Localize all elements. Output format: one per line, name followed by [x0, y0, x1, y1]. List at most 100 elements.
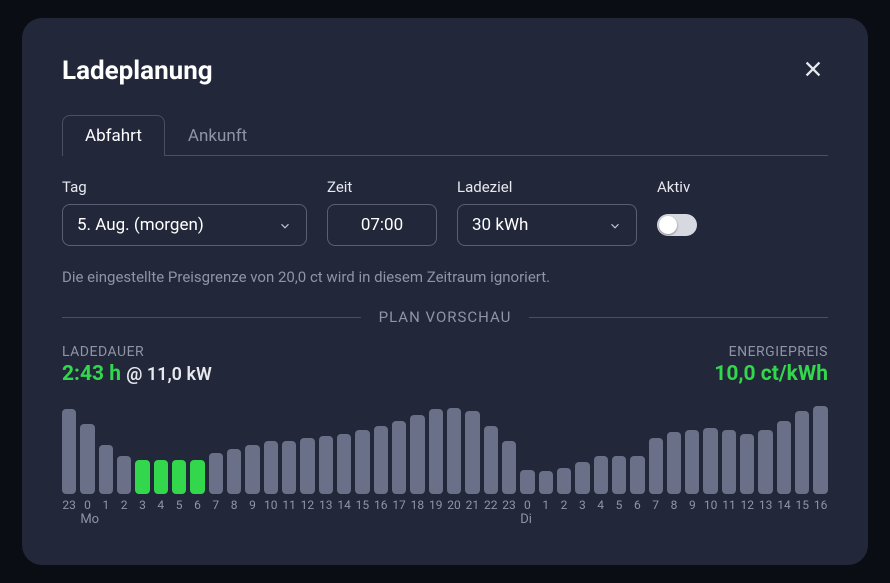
- day-label: [227, 512, 241, 527]
- hour-label: 11: [722, 498, 736, 512]
- day-select[interactable]: 5. Aug. (morgen): [62, 204, 307, 246]
- day-label: [612, 512, 626, 527]
- hour-label: 3: [135, 498, 149, 512]
- day-label: [99, 512, 113, 527]
- day-label: [392, 512, 406, 527]
- hour-label: 8: [227, 498, 241, 512]
- charging-plan-modal: Ladeplanung Abfahrt Ankunft Tag 5. Aug. …: [22, 18, 868, 565]
- chevron-down-icon: [608, 218, 622, 232]
- day-label: [722, 512, 736, 527]
- price-bar: [245, 445, 259, 494]
- hour-label: 16: [813, 498, 827, 512]
- price-bar: [374, 426, 388, 494]
- day-label: [245, 512, 259, 527]
- price-bar: [777, 421, 791, 494]
- goal-label: Ladeziel: [457, 178, 637, 196]
- day-label: [319, 512, 333, 527]
- price-bar: [80, 424, 94, 494]
- price-bar: [722, 430, 736, 494]
- hour-label: 19: [429, 498, 443, 512]
- day-label: [649, 512, 663, 527]
- price-bar: [135, 460, 149, 494]
- price-bar: [740, 434, 754, 494]
- price-bar: [227, 449, 241, 494]
- day-label: Mo: [80, 512, 94, 527]
- tab-departure[interactable]: Abfahrt: [62, 115, 165, 156]
- price-bar: [319, 436, 333, 494]
- price-bar: [520, 470, 534, 494]
- hour-label: 22: [484, 498, 498, 512]
- chevron-down-icon: [278, 218, 292, 232]
- price-label: ENERGIEPREIS: [714, 344, 828, 360]
- hour-label: 5: [172, 498, 186, 512]
- close-button[interactable]: [798, 54, 828, 87]
- day-label: [135, 512, 149, 527]
- time-value: 07:00: [361, 215, 403, 235]
- duration-value: 2:43 h @ 11,0 kW: [62, 362, 212, 386]
- day-label: Tag: [62, 178, 307, 196]
- day-label: [667, 512, 681, 527]
- active-toggle[interactable]: [657, 214, 697, 236]
- price-bar: [649, 438, 663, 494]
- day-label: [264, 512, 278, 527]
- price-bar: [190, 460, 204, 494]
- hour-label: 10: [703, 498, 717, 512]
- close-icon: [802, 58, 824, 80]
- day-label: [465, 512, 479, 527]
- hour-label: 0: [80, 498, 94, 512]
- hour-label: 13: [319, 498, 333, 512]
- preview-label: PLAN VORSCHAU: [361, 308, 530, 326]
- day-label: Di: [520, 512, 534, 527]
- day-label: [813, 512, 827, 527]
- day-label: [758, 512, 772, 527]
- price-bar: [429, 409, 443, 494]
- hour-label: 3: [575, 498, 589, 512]
- price-bar: [465, 411, 479, 494]
- day-label: [410, 512, 424, 527]
- hour-label: 9: [245, 498, 259, 512]
- price-bar: [300, 438, 314, 494]
- day-value: 5. Aug. (morgen): [77, 215, 204, 235]
- price-bar: [392, 421, 406, 494]
- price-bar: [484, 426, 498, 494]
- day-label: [502, 512, 516, 527]
- hour-label: 4: [154, 498, 168, 512]
- day-label: [300, 512, 314, 527]
- time-input[interactable]: 07:00: [327, 204, 437, 246]
- day-label: [429, 512, 443, 527]
- hour-label: 17: [392, 498, 406, 512]
- hour-label: 6: [190, 498, 204, 512]
- hour-label: 12: [300, 498, 314, 512]
- price-bar: [154, 460, 168, 494]
- hour-label: 18: [410, 498, 424, 512]
- day-label: [575, 512, 589, 527]
- hour-label: 23: [502, 498, 516, 512]
- day-label: [337, 512, 351, 527]
- hour-label: 1: [99, 498, 113, 512]
- price-bar: [667, 432, 681, 494]
- day-label: [282, 512, 296, 527]
- day-label: [703, 512, 717, 527]
- tab-arrival[interactable]: Ankunft: [165, 115, 270, 156]
- hour-label: 5: [612, 498, 626, 512]
- day-label: [740, 512, 754, 527]
- price-bar: [410, 415, 424, 494]
- hour-label: 14: [337, 498, 351, 512]
- price-bar: [575, 462, 589, 494]
- day-label: [374, 512, 388, 527]
- price-chart: 2301234567891011121314151617181920212223…: [62, 400, 828, 527]
- price-bar: [62, 409, 76, 494]
- hour-label: 21: [465, 498, 479, 512]
- hour-label: 8: [667, 498, 681, 512]
- price-bar: [209, 453, 223, 494]
- day-label: [172, 512, 186, 527]
- price-bar: [630, 456, 644, 494]
- modal-title: Ladeplanung: [62, 56, 213, 86]
- price-bar: [117, 456, 131, 494]
- day-label: [557, 512, 571, 527]
- goal-select[interactable]: 30 kWh: [457, 204, 637, 246]
- price-bar: [703, 428, 717, 494]
- day-label: [190, 512, 204, 527]
- price-bar: [264, 441, 278, 494]
- toggle-knob: [659, 216, 677, 234]
